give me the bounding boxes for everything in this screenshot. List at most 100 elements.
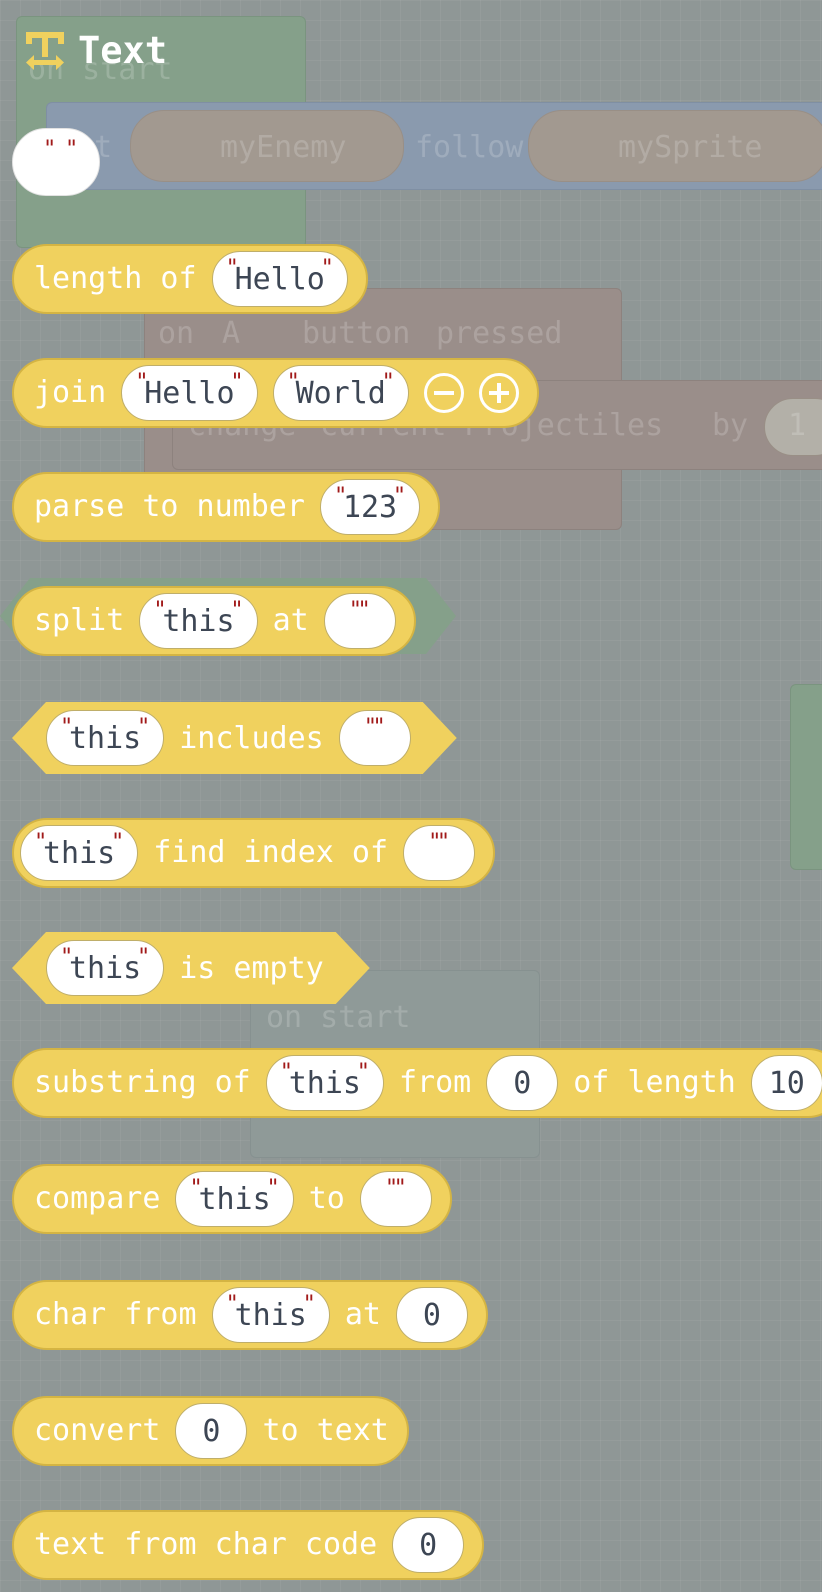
- quote-mark: ": [436, 830, 451, 855]
- string-input[interactable]: " Hello ": [211, 251, 348, 307]
- workspace-on-start-label-2: on start: [266, 1000, 411, 1035]
- quote-mark: ": [189, 1176, 203, 1201]
- quote-mark: ": [381, 370, 395, 395]
- quote-mark: ": [34, 830, 48, 855]
- string-value: World: [295, 375, 386, 411]
- string-value: Hello: [144, 375, 235, 411]
- text-category-header: Text: [24, 26, 167, 74]
- string-input[interactable]: " 123 ": [319, 479, 421, 535]
- join-block[interactable]: join " Hello " " World ": [12, 358, 539, 428]
- convert-to-text-block[interactable]: convert 0 to text: [12, 1396, 409, 1466]
- split-block[interactable]: split " this " at " ": [12, 586, 416, 656]
- quote-mark: ": [357, 598, 371, 623]
- string-input[interactable]: " this ": [46, 940, 164, 996]
- quote-mark: ": [137, 715, 151, 740]
- string-value: this: [69, 950, 142, 986]
- split-label: split: [34, 603, 125, 638]
- join-label: join: [34, 375, 107, 410]
- string-input[interactable]: " ": [403, 825, 476, 881]
- quote-mark: ": [266, 1176, 280, 1201]
- find-index-block[interactable]: " this " find index of " ": [12, 818, 496, 888]
- quote-mark: ": [137, 945, 151, 970]
- string-value: this: [162, 603, 235, 639]
- string-input[interactable]: " World ": [272, 365, 409, 421]
- length-of-label: length of: [34, 261, 197, 296]
- string-value: this: [198, 1181, 271, 1217]
- substring-label: substring of: [34, 1065, 251, 1100]
- string-input[interactable]: " this ": [139, 593, 258, 649]
- quote-mark: ": [392, 484, 407, 509]
- substring-of-length-label: of length: [573, 1065, 736, 1100]
- quote-mark: ": [333, 484, 348, 509]
- string-input[interactable]: " ": [323, 593, 396, 649]
- number-input[interactable]: 10: [750, 1055, 822, 1111]
- quote-mark: ": [286, 370, 300, 395]
- compare-block[interactable]: compare " this " to " ": [12, 1164, 452, 1234]
- string-value: Hello: [234, 261, 325, 297]
- quote-mark: ": [230, 370, 244, 395]
- workspace-by-value: 1: [788, 408, 807, 443]
- quote-mark: ": [225, 256, 239, 281]
- convert-suffix-label: to text: [262, 1413, 389, 1448]
- length-of-block[interactable]: length of " Hello ": [12, 244, 368, 314]
- string-input[interactable]: " this ": [46, 710, 164, 766]
- string-input[interactable]: " this ": [20, 825, 139, 881]
- string-input[interactable]: " Hello ": [121, 365, 258, 421]
- quote-mark: ": [60, 715, 74, 740]
- string-input[interactable]: " this ": [175, 1171, 294, 1227]
- quote-mark: ": [111, 830, 125, 855]
- convert-label: convert: [34, 1413, 161, 1448]
- number-input[interactable]: 0: [395, 1287, 468, 1343]
- split-at-label: at: [272, 603, 309, 638]
- substring-block[interactable]: substring of " this " from 0 of length 10: [12, 1048, 822, 1118]
- char-from-at-label: at: [344, 1297, 381, 1332]
- text-category-title: Text: [78, 28, 168, 72]
- char-from-label: char from: [34, 1297, 197, 1332]
- workspace-right-block: [790, 684, 822, 870]
- is-empty-block[interactable]: " this " is empty: [12, 932, 370, 1004]
- is-empty-label: is empty: [179, 950, 324, 986]
- string-input[interactable]: " ": [359, 1171, 432, 1227]
- quote-mark: ": [356, 1060, 370, 1085]
- quote-mark: ": [43, 137, 57, 162]
- text-from-char-code-label: text from char code: [34, 1527, 378, 1562]
- quote-mark: ": [230, 598, 244, 623]
- find-index-label: find index of: [153, 835, 389, 870]
- minus-circle-icon[interactable]: [423, 373, 464, 413]
- string-value: this: [69, 720, 142, 756]
- workspace-button-key: A: [222, 316, 241, 351]
- string-value: this: [234, 1297, 307, 1333]
- number-input[interactable]: 0: [392, 1517, 465, 1573]
- substring-from-label: from: [399, 1065, 472, 1100]
- plus-circle-icon[interactable]: [478, 373, 519, 413]
- text-category-icon: [26, 32, 64, 70]
- parse-to-number-label: parse to number: [34, 489, 305, 524]
- string-value: this: [43, 835, 116, 871]
- includes-label: includes: [179, 720, 324, 756]
- quote-mark: ": [302, 1292, 316, 1317]
- workspace-enemy-label: myEnemy: [220, 130, 347, 165]
- parse-to-number-block[interactable]: parse to number " 123 ": [12, 472, 441, 542]
- string-value: 123: [342, 489, 398, 525]
- workspace-pressed-label: pressed: [436, 316, 563, 351]
- compare-to-label: to: [308, 1181, 345, 1216]
- string-input[interactable]: " this ": [265, 1055, 384, 1111]
- string-value: this: [288, 1065, 361, 1101]
- quote-mark: ": [320, 256, 334, 281]
- string-input[interactable]: " ": [339, 710, 411, 766]
- quote-mark: ": [65, 137, 79, 162]
- quote-mark: ": [393, 1176, 407, 1201]
- compare-label: compare: [34, 1181, 161, 1216]
- number-input[interactable]: 0: [175, 1403, 248, 1459]
- quote-mark: ": [153, 598, 167, 623]
- workspace-follow-label: follow: [415, 130, 524, 165]
- empty-string-block[interactable]: " ": [12, 128, 100, 196]
- char-from-block[interactable]: char from " this " at 0: [12, 1280, 488, 1350]
- string-input[interactable]: " this ": [211, 1287, 330, 1343]
- includes-block[interactable]: " this " includes " ": [12, 702, 457, 774]
- quote-mark: ": [60, 945, 74, 970]
- quote-mark: ": [225, 1292, 239, 1317]
- text-from-char-code-block[interactable]: text from char code 0: [12, 1510, 485, 1580]
- number-input[interactable]: 0: [486, 1055, 559, 1111]
- workspace-on-label: on: [158, 316, 195, 351]
